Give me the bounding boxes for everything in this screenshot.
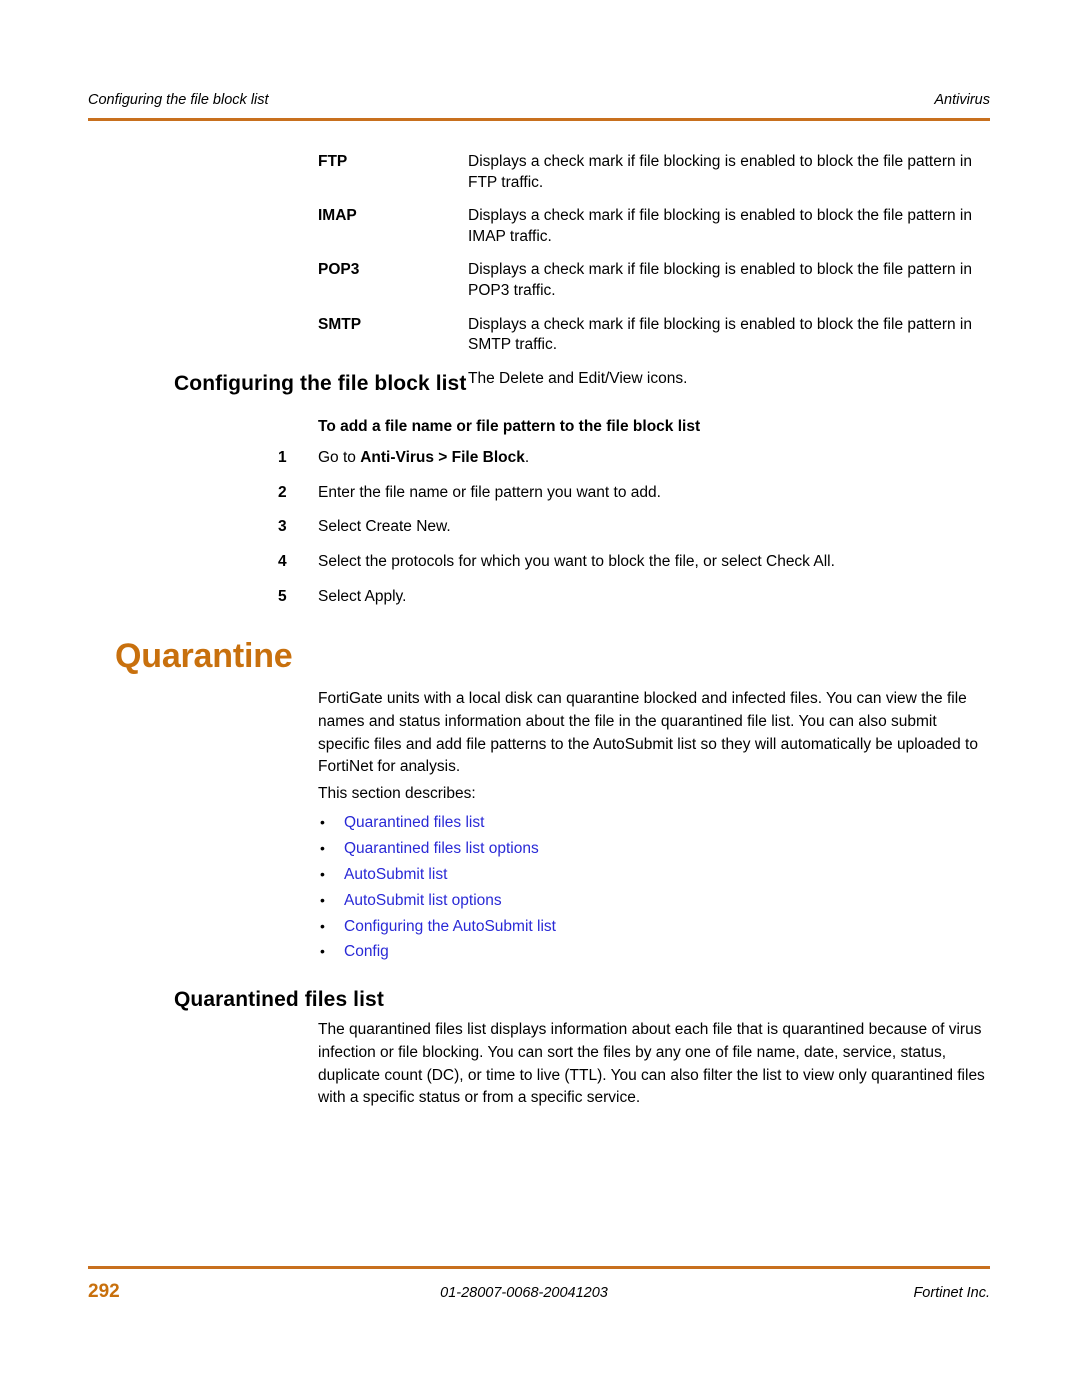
step-number: 5 bbox=[278, 587, 287, 605]
table-cell-description: Displays a check mark if file blocking i… bbox=[468, 207, 972, 245]
running-footer: 292 01-28007-0068-20041203 Fortinet Inc. bbox=[88, 1281, 990, 1303]
step-text: Select Apply. bbox=[318, 587, 990, 607]
step-text-before: Go to bbox=[318, 449, 361, 466]
xref-link-autosubmit-list[interactable]: AutoSubmit list bbox=[344, 865, 447, 884]
procedure-title: To add a file name or file pattern to th… bbox=[318, 418, 701, 435]
xref-link-quarantined-files-list[interactable]: Quarantined files list bbox=[344, 813, 484, 832]
procedure-step: 1 Go to Anti-Virus > File Block. bbox=[270, 448, 990, 468]
xref-link-config[interactable]: Config bbox=[344, 942, 389, 961]
running-header: Configuring the file block list Antiviru… bbox=[88, 92, 990, 108]
procedure-step: 2 Enter the file name or file pattern yo… bbox=[270, 483, 990, 503]
section-heading-quarantined-files-list: Quarantined files list bbox=[174, 988, 384, 1011]
xref-link-autosubmit-list-options[interactable]: AutoSubmit list options bbox=[344, 891, 502, 910]
bullet-icon: • bbox=[320, 839, 325, 856]
step-text-before: Enter the file name or file pattern you … bbox=[318, 483, 661, 501]
document-id: 01-28007-0068-20041203 bbox=[440, 1285, 608, 1301]
step-number: 2 bbox=[278, 483, 287, 501]
list-item: • Configuring the AutoSubmit list bbox=[318, 917, 878, 936]
running-header-left: Configuring the file block list bbox=[88, 92, 269, 108]
table-cell-description: The Delete and Edit/View icons. bbox=[468, 369, 688, 387]
list-item: • AutoSubmit list options bbox=[318, 891, 878, 910]
procedure-step: 5 Select Apply. bbox=[270, 587, 990, 607]
step-text: Select Create New. bbox=[318, 517, 990, 537]
step-text-bold: Anti-Virus > File Block bbox=[360, 449, 525, 466]
table-row: IMAP Displays a check mark if file block… bbox=[88, 206, 990, 247]
procedure-step: 3 Select Create New. bbox=[270, 517, 990, 537]
step-text-before: Select Apply. bbox=[318, 587, 407, 605]
bullet-icon: • bbox=[320, 865, 325, 882]
bullet-icon: • bbox=[320, 917, 325, 934]
step-number: 3 bbox=[278, 518, 287, 536]
section-describes-lead: This section describes: bbox=[318, 785, 476, 802]
step-text: Go to Anti-Virus > File Block. bbox=[318, 448, 990, 468]
procedure-step: 4 Select the protocols for which you wan… bbox=[270, 552, 990, 572]
xref-link-configuring-the-autosubmit-list[interactable]: Configuring the AutoSubmit list bbox=[344, 917, 556, 936]
quarantined-files-list-paragraph: The quarantined files list displays info… bbox=[318, 1021, 985, 1107]
list-item: • Config bbox=[318, 942, 878, 961]
step-text-before: Select Create New. bbox=[318, 518, 451, 536]
step-text: Select the protocols for which you want … bbox=[318, 552, 990, 572]
table-cell-term: FTP bbox=[318, 153, 348, 170]
table-row: SMTP Displays a check mark if file block… bbox=[88, 315, 990, 356]
table-cell-term: IMAP bbox=[318, 207, 357, 225]
document-page: Configuring the file block list Antiviru… bbox=[0, 0, 1080, 1397]
cross-reference-list: • Quarantined files list • Quarantined f… bbox=[318, 813, 878, 968]
header-rule bbox=[88, 118, 990, 121]
step-text-after: . bbox=[524, 449, 530, 466]
procedure-steps: 1 Go to Anti-Virus > File Block. 2 Enter… bbox=[270, 448, 990, 621]
bullet-icon: • bbox=[320, 943, 325, 960]
table-cell-term: POP3 bbox=[318, 261, 360, 279]
bullet-icon: • bbox=[320, 891, 325, 908]
step-number: 1 bbox=[278, 449, 287, 466]
list-item: • Quarantined files list bbox=[318, 813, 878, 832]
step-text: Enter the file name or file pattern you … bbox=[318, 483, 990, 503]
chapter-heading-quarantine: Quarantine bbox=[115, 637, 293, 675]
table-cell-description: Displays a check mark if file blocking i… bbox=[468, 153, 972, 191]
company-name: Fortinet Inc. bbox=[913, 1285, 990, 1301]
bullet-icon: • bbox=[320, 814, 325, 830]
table-row: POP3 Displays a check mark if file block… bbox=[88, 260, 990, 301]
table-cell-term: SMTP bbox=[318, 315, 362, 333]
chapter-intro-paragraph: FortiGate units with a local disk can qu… bbox=[318, 690, 978, 776]
section-heading-configuring-file-block-list: Configuring the file block list bbox=[174, 372, 467, 395]
step-text-before: Select the protocols for which you want … bbox=[318, 552, 835, 570]
table-row: FTP Displays a check mark if file blocki… bbox=[88, 152, 990, 193]
running-header-right: Antivirus bbox=[934, 92, 990, 108]
table-cell-description: Displays a check mark if file blocking i… bbox=[468, 261, 972, 300]
step-number: 4 bbox=[278, 552, 287, 570]
list-item: • Quarantined files list options bbox=[318, 839, 878, 858]
definition-table: FTP Displays a check mark if file blocki… bbox=[88, 152, 990, 402]
xref-link-quarantined-files-list-options[interactable]: Quarantined files list options bbox=[344, 839, 539, 858]
list-item: • AutoSubmit list bbox=[318, 865, 878, 884]
table-cell-description: Displays a check mark if file blocking i… bbox=[468, 315, 972, 354]
footer-rule bbox=[88, 1266, 990, 1269]
